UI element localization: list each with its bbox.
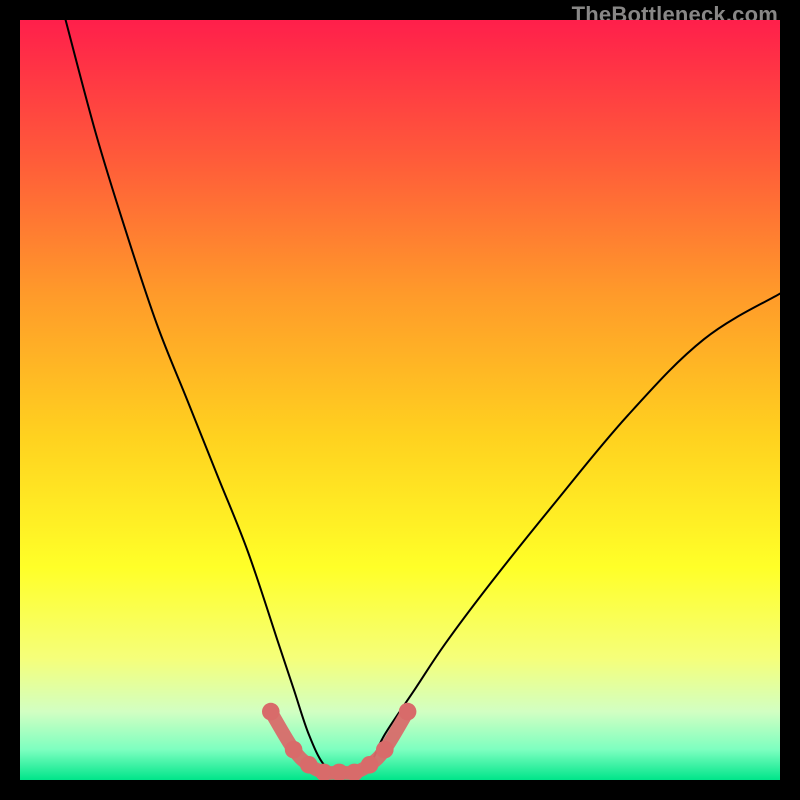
chart-frame: TheBottleneck.com [0, 0, 800, 800]
plot-area [20, 20, 780, 780]
bottleneck-chart [20, 20, 780, 780]
gradient-background [20, 20, 780, 780]
